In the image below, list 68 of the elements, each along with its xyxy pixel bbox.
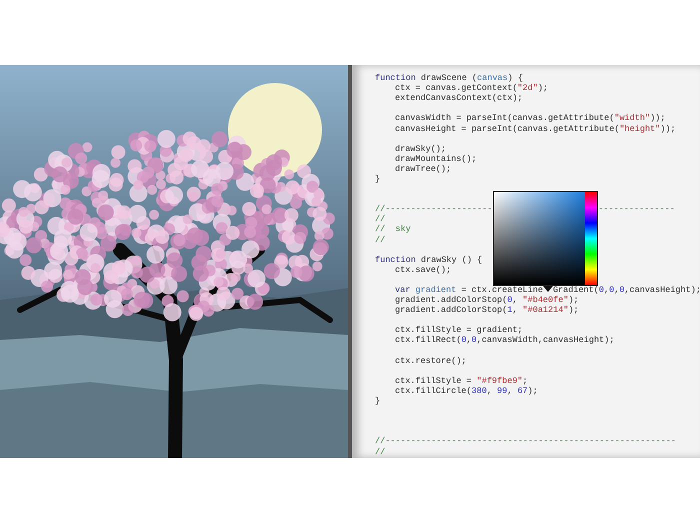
code-text: "2d" [517, 83, 538, 94]
code-text: drawSky () { [420, 254, 482, 265]
code-text: , [466, 335, 472, 346]
code-text: 0 [598, 285, 604, 296]
code-text: canvas [477, 73, 508, 84]
code-text: extendCanvasContext(ctx); [395, 93, 523, 104]
code-text: , [604, 285, 610, 296]
code-text: gradient.addColorStop( [395, 295, 508, 306]
code-text: ); [538, 83, 548, 94]
code-text: 380 [472, 386, 487, 396]
code-text: 99 [497, 386, 508, 396]
code-text: , [512, 295, 518, 306]
code-text: "#f9fbe9" [476, 376, 523, 386]
code-text: canvasHeight = parseInt(canvas.getAttribute( [395, 124, 620, 134]
code-text: ); [528, 386, 538, 396]
code-text: drawTree(); [395, 164, 452, 174]
code-text: //--------------------- [375, 204, 492, 214]
code-text: var [395, 285, 410, 296]
code-text: } [375, 396, 380, 406]
code-text: 0 [619, 285, 624, 296]
code-text: //--------------------------------------------------------- [375, 436, 676, 446]
code-text: 0 [507, 295, 512, 306]
code-text: )); [660, 124, 676, 134]
code-text: "#0a1214" [522, 305, 568, 316]
code-text: drawMountains(); [395, 154, 477, 164]
picker-pointer-icon [543, 286, 553, 292]
code-text: ctx.fillCircle( [395, 386, 472, 396]
code-text: ctx.fillStyle = gradient; [395, 325, 523, 336]
code-text: ctx = canvas.getContext( [395, 83, 518, 94]
code-text: , [486, 386, 493, 396]
code-text: gradient.addColorStop( [395, 305, 508, 316]
code-text: ) { [508, 73, 523, 84]
code-text: ctx.restore(); [395, 356, 466, 366]
code-text: ); [568, 305, 579, 316]
code-text: canvasWidth = parseInt(canvas.getAttribute( [395, 113, 614, 124]
code-text: ); [568, 295, 579, 306]
code-text: , [614, 285, 620, 296]
code-text: = ctx.createLine [460, 285, 543, 296]
code-text: gradient [414, 285, 456, 296]
code-text: , [512, 305, 518, 316]
code-text: ,canvasWidth,canvasHeight); [476, 335, 614, 346]
code-text: // [375, 446, 386, 457]
code-text: 0 [609, 285, 614, 296]
color-picker[interactable] [493, 191, 598, 286]
code-text: 0 [472, 335, 477, 346]
code-text: // [375, 214, 386, 224]
code-text: drawSky(); [395, 144, 446, 154]
code-text: , [507, 386, 514, 396]
code-text: ctx.fillRect( [395, 335, 462, 346]
code-text: drawScene ( [420, 73, 478, 84]
code-text: 0 [461, 335, 466, 346]
code-text: 67 [517, 386, 528, 396]
code-text: ; [522, 376, 528, 386]
code-text: --------------- [598, 204, 675, 214]
code-text: "width" [614, 113, 650, 124]
code-text: ctx.save(); [395, 264, 452, 275]
code-text: // [375, 234, 386, 245]
code-text: ,canvasHeight); [624, 285, 700, 296]
code-text: "height" [619, 124, 660, 134]
code-text: function [375, 73, 416, 84]
code-text: Gradient( [552, 285, 599, 296]
code-text: 1 [507, 305, 512, 316]
code-text: )); [650, 113, 666, 124]
code-text: // sky [375, 224, 411, 234]
code-text: "#b4e0fe" [522, 295, 568, 306]
code-text: ctx.fillStyle = [395, 376, 473, 386]
code-text: function [375, 254, 416, 265]
code-text: } [375, 174, 380, 184]
